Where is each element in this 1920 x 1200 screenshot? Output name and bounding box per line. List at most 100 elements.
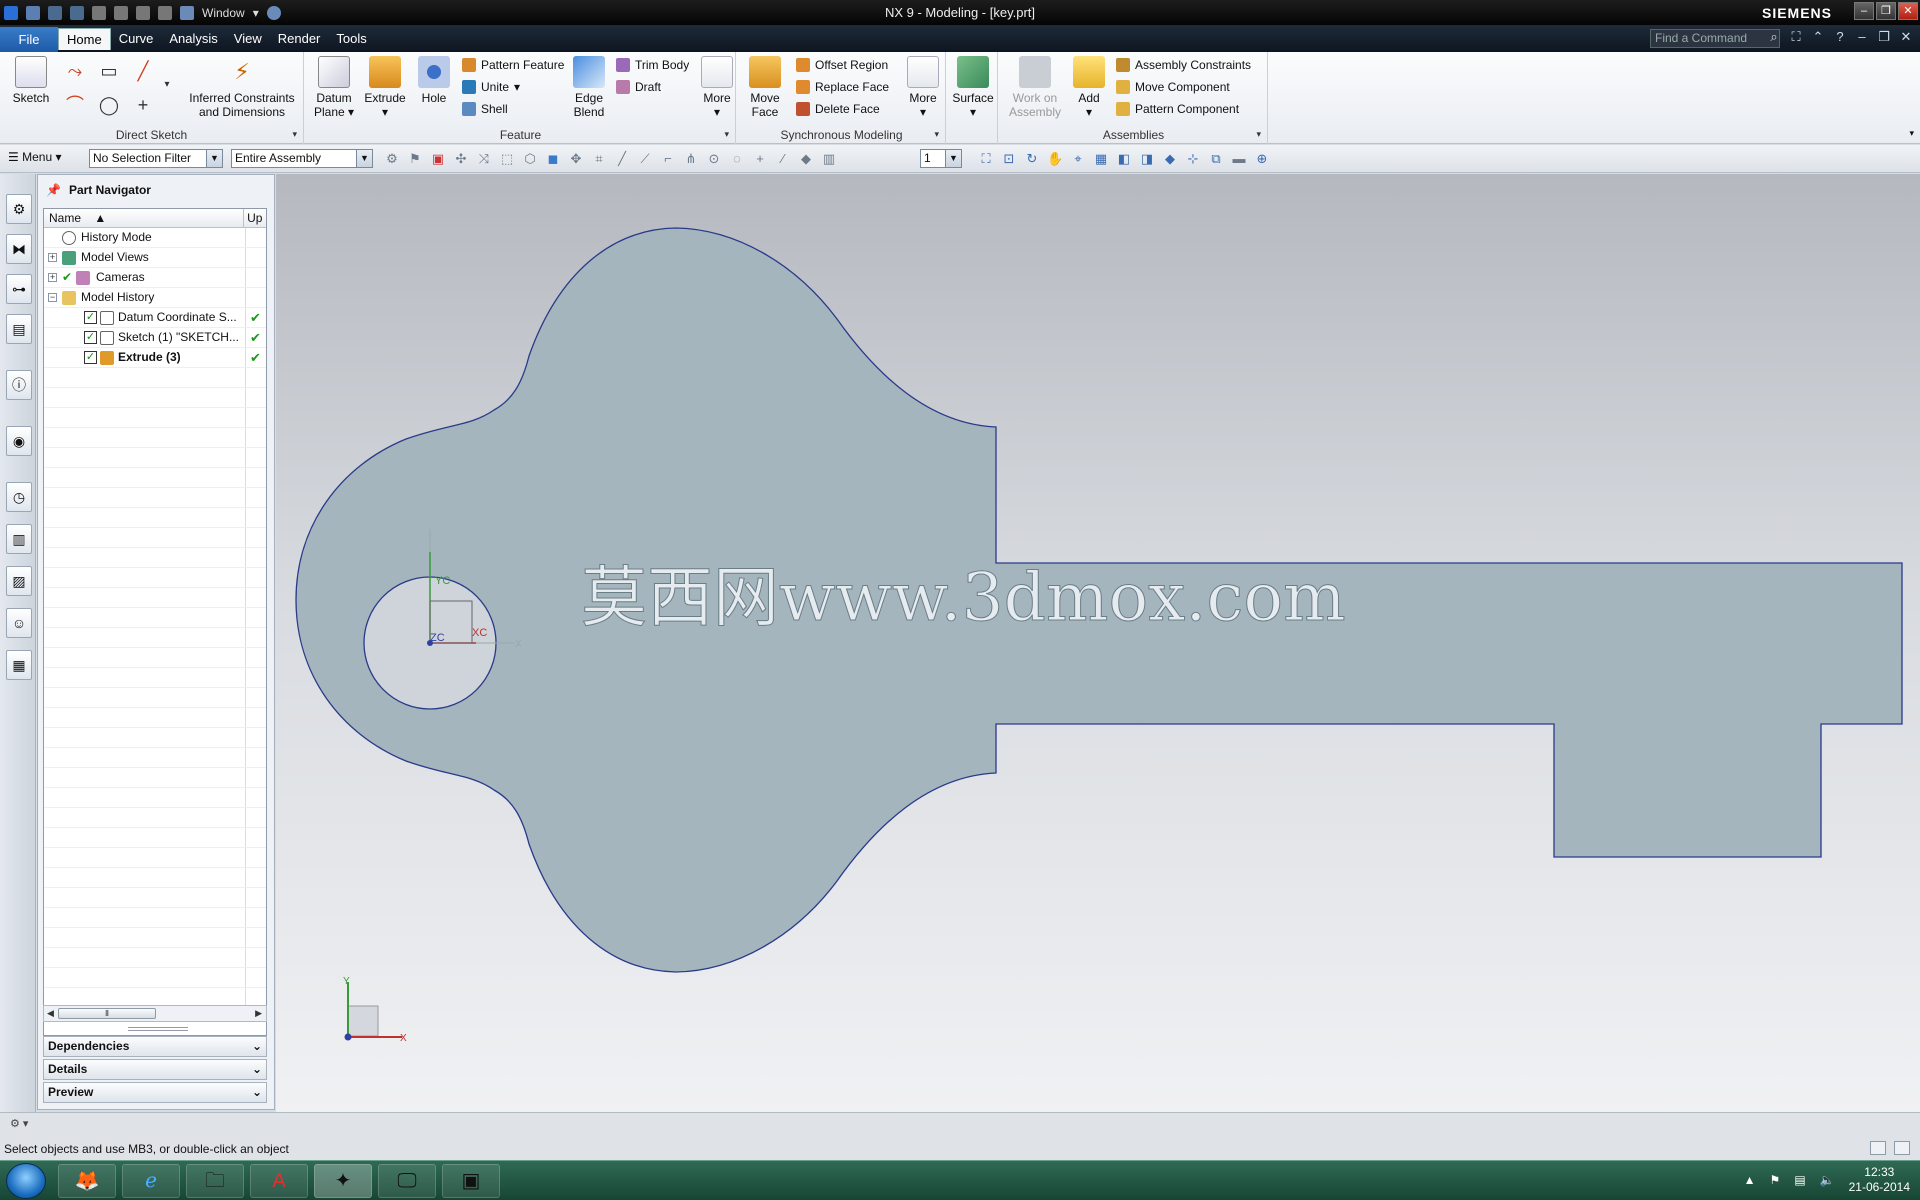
sketch-gallery-more-icon[interactable]: ▾ xyxy=(160,72,174,98)
edge-blend-button[interactable]: Edge Blend xyxy=(568,56,610,119)
tree-row-datum-csys[interactable]: ✓ Datum Coordinate S... ✔ xyxy=(44,308,266,328)
hd3d-tools-icon[interactable]: ⓘ xyxy=(6,370,32,400)
fit-icon[interactable]: ⛶ xyxy=(978,151,994,167)
pattern-component-button[interactable]: Pattern Component xyxy=(1116,100,1239,118)
layer-settings-icon[interactable]: ◆ xyxy=(1162,151,1178,167)
pattern-feature-button[interactable]: Pattern Feature xyxy=(462,56,564,74)
find-command-input[interactable]: Find a Command xyxy=(1650,29,1780,48)
point-on-face-icon[interactable]: ◆ xyxy=(798,151,814,167)
status-toggle-icon[interactable] xyxy=(1870,1141,1886,1155)
chevron-down-icon[interactable]: ▼ xyxy=(356,150,372,167)
feature-more-button[interactable]: More ▾ xyxy=(700,56,734,119)
tray-expand-icon[interactable]: ▲ xyxy=(1744,1173,1756,1187)
collapse-ribbon-icon[interactable]: ⌃ xyxy=(1810,29,1826,45)
tab-render[interactable]: Render xyxy=(270,28,329,50)
face-select-icon[interactable]: ⬡ xyxy=(522,151,538,167)
scroll-left-icon[interactable]: ◀ xyxy=(47,1008,54,1019)
assembly-navigator-icon[interactable]: ⚙ xyxy=(6,194,32,224)
pin-icon[interactable]: 📌 xyxy=(46,183,61,197)
selection-scope-dropdown[interactable]: Entire Assembly ▼ xyxy=(231,149,373,168)
horizontal-scrollbar[interactable]: ◀ ⦀ ▶ xyxy=(43,1005,267,1022)
ruler-icon[interactable]: ▬ xyxy=(1231,151,1247,167)
rectangle-icon[interactable]: ▭ xyxy=(96,58,122,84)
trim-body-button[interactable]: Trim Body xyxy=(616,56,689,74)
group-menu-icon[interactable]: ▾ xyxy=(724,129,729,140)
work-layer-input[interactable]: 1 ▼ xyxy=(920,149,962,168)
sync-more-button[interactable]: More ▾ xyxy=(906,56,940,119)
scroll-thumb[interactable]: ⦀ xyxy=(58,1008,156,1019)
visibility-checkbox[interactable]: ✓ xyxy=(84,351,97,364)
chevron-down-icon[interactable]: ⌄ xyxy=(252,1083,262,1102)
taskbar-app-browser[interactable]: 🦊 xyxy=(58,1164,116,1198)
flag-icon[interactable]: ⚑ xyxy=(1770,1173,1781,1187)
graphics-window[interactable]: YC XC ZC X 莫西网www.3dmox.com Y X xyxy=(276,174,1920,1114)
orient-view-icon[interactable]: ⌖ xyxy=(1070,151,1086,167)
quadrant-icon[interactable]: ◌ xyxy=(729,151,745,167)
view-options-icon[interactable]: ⊕ xyxy=(1254,151,1270,167)
tree-row-model-views[interactable]: + Model Views xyxy=(44,248,266,268)
status-window-icon[interactable] xyxy=(1894,1141,1910,1155)
start-button[interactable] xyxy=(6,1163,46,1199)
menu-button[interactable]: ☰ Menu ▾ xyxy=(8,150,62,164)
edit-section-icon[interactable]: ◨ xyxy=(1139,151,1155,167)
restore-button[interactable]: ❐ xyxy=(1876,2,1896,20)
search-icon[interactable]: ⌕ xyxy=(1766,29,1782,45)
selection-filter-dropdown[interactable]: No Selection Filter ▼ xyxy=(89,149,223,168)
snap-grid-icon[interactable]: ⌗ xyxy=(591,151,607,167)
web-browser-icon[interactable]: ◉ xyxy=(6,426,32,456)
draft-button[interactable]: Draft xyxy=(616,78,661,96)
file-tab[interactable]: File xyxy=(0,27,58,52)
extrude-button[interactable]: Extrude ▾ xyxy=(362,56,408,119)
part-navigator-icon[interactable]: ⊶ xyxy=(6,274,32,304)
taskbar-app-ie[interactable]: ℯ xyxy=(122,1164,180,1198)
clock[interactable]: 12:33 21-06-2014 xyxy=(1849,1165,1910,1195)
chevron-down-icon[interactable]: ⌄ xyxy=(252,1037,262,1056)
details-panel[interactable]: Details ⌄ xyxy=(43,1059,267,1080)
network-icon[interactable]: ▤ xyxy=(1794,1173,1805,1187)
collapse-icon[interactable]: − xyxy=(48,293,57,302)
inferred-constraints-button[interactable]: ⚡ Inferred Constraints and Dimensions xyxy=(182,56,302,119)
unite-button[interactable]: Unite ▾ xyxy=(462,78,520,96)
reuse-library-icon[interactable]: ▤ xyxy=(6,314,32,344)
chevron-down-icon[interactable]: ⌄ xyxy=(252,1060,262,1079)
inner-close-icon[interactable]: ✕ xyxy=(1898,29,1914,45)
selection-options-icon[interactable]: ⚙ ▾ xyxy=(10,1117,28,1130)
minimize-button[interactable]: – xyxy=(1854,2,1874,20)
constraint-navigator-icon[interactable]: ⧓ xyxy=(6,234,32,264)
rotate-icon[interactable]: ↻ xyxy=(1024,151,1040,167)
visibility-checkbox[interactable]: ✓ xyxy=(84,331,97,344)
add-component-button[interactable]: Add ▾ xyxy=(1072,56,1106,119)
full-screen-icon[interactable]: ⛶ xyxy=(1788,29,1804,45)
dependencies-panel[interactable]: Dependencies ⌄ xyxy=(43,1036,267,1057)
deselect-icon[interactable]: ✣ xyxy=(453,151,469,167)
snap-view-icon[interactable]: ⧉ xyxy=(1208,151,1224,167)
control-point-icon[interactable]: ⌐ xyxy=(660,151,676,167)
tree-row-extrude[interactable]: ✓ Extrude (3) ✔ xyxy=(44,348,266,368)
scroll-right-icon[interactable]: ▶ xyxy=(255,1008,262,1019)
inner-restore-icon[interactable]: ❐ xyxy=(1876,29,1892,45)
manufacturing-wizards-icon[interactable]: ▨ xyxy=(6,566,32,596)
rectangle-select-icon[interactable]: ⬚ xyxy=(499,151,515,167)
column-name[interactable]: Name ▲ xyxy=(44,209,245,227)
point-icon[interactable]: + xyxy=(130,92,156,118)
close-button[interactable]: ✕ xyxy=(1898,2,1918,20)
expand-icon[interactable]: + xyxy=(48,253,57,262)
history-icon[interactable]: ◷ xyxy=(6,482,32,512)
volume-icon[interactable]: 🔈 xyxy=(1820,1173,1835,1187)
replace-face-button[interactable]: Replace Face xyxy=(796,78,889,96)
circle-icon[interactable]: ◯ xyxy=(96,92,122,118)
chevron-down-icon[interactable]: ▼ xyxy=(206,150,222,167)
visibility-checkbox[interactable]: ✓ xyxy=(84,311,97,324)
taskbar-app-explorer[interactable]: 🗀 xyxy=(186,1164,244,1198)
taskbar-app-window[interactable]: ▣ xyxy=(442,1164,500,1198)
help-icon[interactable]: ? xyxy=(1832,29,1848,45)
model-canvas[interactable]: YC XC ZC X 莫西网www.3dmox.com Y X xyxy=(276,174,1920,1114)
existing-point-icon[interactable]: + xyxy=(752,151,768,167)
rendering-style-icon[interactable]: ▦ xyxy=(1093,151,1109,167)
tab-tools[interactable]: Tools xyxy=(328,28,374,50)
expand-icon[interactable]: + xyxy=(48,273,57,282)
pan-icon[interactable]: ✋ xyxy=(1047,151,1063,167)
taskbar-app-pdf[interactable]: A xyxy=(250,1164,308,1198)
taskbar-app-nx[interactable]: ✦ xyxy=(314,1164,372,1198)
tab-analysis[interactable]: Analysis xyxy=(161,28,225,50)
